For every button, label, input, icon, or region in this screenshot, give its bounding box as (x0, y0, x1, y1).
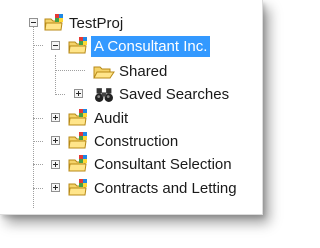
tree-node-testproj[interactable]: TestProj (44, 12, 126, 34)
binoculars-icon (95, 88, 113, 102)
expand-toggle[interactable] (51, 160, 60, 169)
tree-node-label: Contracts and Letting (94, 179, 237, 197)
project-folder-icon (68, 37, 88, 54)
folder-icon (93, 66, 115, 79)
project-folder-icon (68, 109, 88, 126)
tree-node-label: Construction (94, 132, 179, 150)
project-folder-icon (68, 132, 88, 149)
tree-node-label: A Consultant Inc. (91, 35, 211, 57)
tree-node-shared[interactable]: Shared (92, 60, 170, 82)
project-folder-icon (44, 14, 64, 31)
folder-tree: TestProj A Consultant Inc. Shared Saved … (0, 0, 262, 214)
expand-toggle[interactable] (51, 136, 60, 145)
tree-node-audit[interactable]: Audit (67, 107, 131, 129)
tree-connector (55, 55, 56, 95)
tree-node-label: Shared (119, 62, 168, 80)
tree-node-consultant-selection[interactable]: Consultant Selection (67, 153, 235, 175)
collapse-toggle[interactable] (29, 18, 38, 27)
tree-node-label: TestProj (69, 14, 124, 32)
tree-connector (33, 45, 43, 46)
expand-toggle[interactable] (74, 89, 83, 98)
folder-tree-panel: TestProj A Consultant Inc. Shared Saved … (0, 0, 263, 215)
tree-node-a-consultant-inc[interactable]: A Consultant Inc. (67, 35, 211, 57)
tree-node-label: Consultant Selection (94, 155, 232, 173)
tree-connector (33, 141, 43, 142)
tree-connector (33, 118, 43, 119)
tree-connector (55, 94, 65, 95)
tree-node-label: Audit (94, 109, 129, 127)
tree-node-label: Saved Searches (119, 85, 230, 103)
project-folder-icon (68, 179, 88, 196)
tree-connector (33, 164, 43, 165)
tree-connector (33, 188, 43, 189)
expand-toggle[interactable] (51, 183, 60, 192)
tree-connector (55, 70, 85, 71)
tree-node-saved-searches[interactable]: Saved Searches (92, 83, 232, 105)
project-folder-icon (68, 155, 88, 172)
tree-connector (33, 22, 34, 208)
tree-node-construction[interactable]: Construction (67, 130, 181, 152)
collapse-toggle[interactable] (51, 41, 60, 50)
expand-toggle[interactable] (51, 113, 60, 122)
tree-node-contracts-and-letting[interactable]: Contracts and Letting (67, 177, 240, 199)
